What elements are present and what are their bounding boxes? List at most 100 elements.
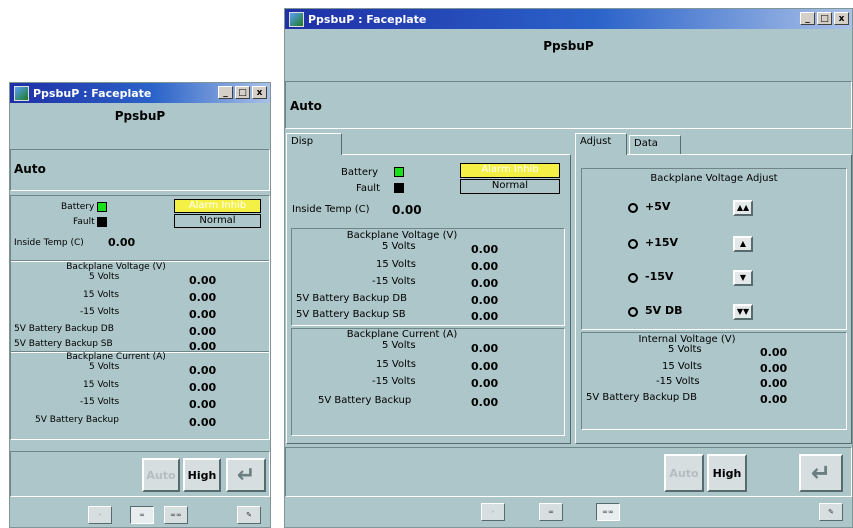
disp-tab-panel: Battery Fault Alarm Inhib Normal Inside … bbox=[286, 154, 571, 444]
current-section-title: Backplane Current (A) bbox=[66, 352, 166, 362]
double-down-arrow-icon[interactable]: ▼▼ bbox=[733, 304, 753, 320]
voltage-row-label: 5V Battery Backup DB bbox=[14, 324, 114, 334]
voltage-row-label: 5 Volts bbox=[382, 241, 416, 252]
current-row-value: 0.00 bbox=[471, 396, 499, 409]
internal-row-label: -15 Volts bbox=[656, 376, 700, 387]
voltage-row-label: 5 Volts bbox=[89, 272, 120, 282]
fault-label: Fault bbox=[356, 183, 380, 194]
voltage-row-label: 15 Volts bbox=[83, 290, 119, 300]
close-icon[interactable]: x bbox=[834, 12, 849, 25]
adjust-tab-panel: Backplane Voltage Adjust +5V ▲▲ +15V ▲ -… bbox=[575, 154, 852, 444]
voltage-row-label: 15 Volts bbox=[376, 259, 416, 270]
current-row-value: 0.00 bbox=[189, 416, 217, 429]
voltage-row-value: 0.00 bbox=[471, 260, 499, 273]
current-row-label: 5 Volts bbox=[382, 340, 416, 351]
alarm-status-badge: Alarm Inhib bbox=[460, 163, 560, 178]
enter-icon: ↵ bbox=[810, 459, 832, 487]
nav-three-button[interactable]: ∞∞ bbox=[164, 506, 188, 524]
double-up-arrow-icon[interactable]: ▲▲ bbox=[733, 200, 753, 216]
close-icon[interactable]: x bbox=[252, 86, 267, 99]
app-icon bbox=[14, 85, 29, 101]
voltage-row-value: 0.00 bbox=[189, 325, 217, 338]
nav-tool-button[interactable]: ✎ bbox=[819, 503, 843, 521]
radio-plus15v[interactable] bbox=[628, 239, 638, 249]
radio-plus5v[interactable] bbox=[628, 203, 638, 213]
inside-temp-value: 0.00 bbox=[108, 236, 136, 249]
radio-minus15v[interactable] bbox=[628, 273, 638, 283]
tab-adjust[interactable]: Adjust bbox=[575, 133, 627, 155]
current-row-label: 15 Volts bbox=[376, 359, 416, 370]
large-header: PpsbuP bbox=[543, 39, 594, 53]
small-mode-panel: Auto bbox=[10, 149, 270, 191]
nav-dot-button[interactable]: • bbox=[481, 503, 505, 521]
small-nav-bar: • ∞ ∞∞ ✎ bbox=[10, 503, 270, 527]
internal-row-value: 0.00 bbox=[760, 377, 788, 390]
current-row-value: 0.00 bbox=[471, 377, 499, 390]
nav-dot-button[interactable]: • bbox=[88, 506, 112, 524]
adjust-section-title: Backplane Voltage Adjust bbox=[650, 173, 778, 184]
high-button[interactable]: High bbox=[183, 458, 221, 492]
app-icon bbox=[289, 11, 304, 27]
voltage-row-value: 0.00 bbox=[471, 243, 499, 256]
maximize-icon[interactable]: □ bbox=[817, 12, 832, 25]
large-nav-bar: • ∞ ∞∞ ✎ bbox=[285, 499, 852, 527]
voltage-row-label: 5V Battery Backup SB bbox=[296, 309, 406, 320]
radio-5vdb[interactable] bbox=[628, 307, 638, 317]
minimize-icon[interactable]: _ bbox=[218, 86, 233, 99]
nav-two-button[interactable]: ∞ bbox=[130, 506, 154, 524]
voltage-row-value: 0.00 bbox=[471, 310, 499, 323]
large-mode-panel: Auto bbox=[285, 81, 852, 129]
small-title-bar[interactable]: PpsbuP : Faceplate _ □ x bbox=[10, 83, 270, 103]
voltage-row-value: 0.00 bbox=[471, 277, 499, 290]
fault-label: Fault bbox=[73, 217, 95, 227]
inside-temp-label: Inside Temp (C) bbox=[292, 204, 370, 215]
current-row-label: 5V Battery Backup bbox=[318, 395, 412, 406]
tab-disp[interactable]: Disp bbox=[286, 133, 342, 155]
small-faceplate-window: PpsbuP : Faceplate _ □ x PpsbuP Auto Bat… bbox=[9, 82, 271, 528]
voltage-row-label: -15 Volts bbox=[80, 307, 120, 317]
large-mode-label: Auto bbox=[290, 99, 322, 113]
high-button[interactable]: High bbox=[707, 454, 747, 492]
large-title-bar[interactable]: PpsbuP : Faceplate _ □ x bbox=[285, 9, 852, 29]
nav-two-button[interactable]: ∞ bbox=[539, 503, 563, 521]
tab-data[interactable]: Data bbox=[629, 135, 681, 155]
enter-button[interactable]: ↵ bbox=[226, 458, 266, 492]
nav-tool-button[interactable]: ✎ bbox=[237, 506, 261, 524]
enter-button[interactable]: ↵ bbox=[799, 454, 843, 492]
auto-button[interactable]: Auto bbox=[664, 454, 704, 492]
nav-three-button[interactable]: ∞∞ bbox=[596, 503, 620, 521]
minimize-icon[interactable]: _ bbox=[800, 12, 815, 25]
current-row-value: 0.00 bbox=[189, 364, 217, 377]
voltage-row-value: 0.00 bbox=[189, 308, 217, 321]
auto-button[interactable]: Auto bbox=[142, 458, 180, 492]
small-control-panel: Auto High ↵ bbox=[10, 451, 270, 497]
inside-temp-value: 0.00 bbox=[392, 203, 422, 217]
battery-label: Battery bbox=[61, 202, 95, 212]
current-row-label: 15 Volts bbox=[83, 380, 119, 390]
large-current-group: Backplane Current (A) 5 Volts 0.00 15 Vo… bbox=[291, 328, 565, 436]
up-arrow-icon[interactable]: ▲ bbox=[733, 236, 753, 252]
small-window-title: PpsbuP : Faceplate bbox=[33, 86, 152, 100]
down-arrow-icon[interactable]: ▼ bbox=[733, 270, 753, 286]
current-row-value: 0.00 bbox=[189, 398, 217, 411]
battery-indicator bbox=[394, 167, 404, 177]
internal-row-value: 0.00 bbox=[760, 393, 788, 406]
current-row-value: 0.00 bbox=[471, 342, 499, 355]
small-mode-label: Auto bbox=[14, 162, 46, 176]
battery-indicator bbox=[97, 202, 107, 212]
maximize-icon[interactable]: □ bbox=[235, 86, 250, 99]
current-section-title: Backplane Current (A) bbox=[346, 329, 458, 340]
voltage-row-value: 0.00 bbox=[471, 294, 499, 307]
fault-status-badge: Normal bbox=[460, 179, 560, 194]
voltage-row-label: 5V Battery Backup DB bbox=[296, 293, 407, 304]
voltage-row-value: 0.00 bbox=[189, 291, 217, 304]
current-row-label: 5 Volts bbox=[89, 362, 120, 372]
large-voltage-group: Backplane Voltage (V) 5 Volts 0.00 15 Vo… bbox=[291, 228, 565, 326]
large-control-panel: Auto High ↵ bbox=[285, 447, 852, 497]
small-status-panel: Battery Fault Alarm Inhib Normal Inside … bbox=[10, 195, 270, 440]
radio-minus15v-label: -15V bbox=[645, 270, 674, 283]
voltage-section-title: Backplane Voltage (V) bbox=[346, 230, 458, 241]
fault-status-badge: Normal bbox=[174, 214, 261, 228]
radio-plus5v-label: +5V bbox=[645, 200, 671, 213]
voltage-row-value: 0.00 bbox=[189, 274, 217, 287]
